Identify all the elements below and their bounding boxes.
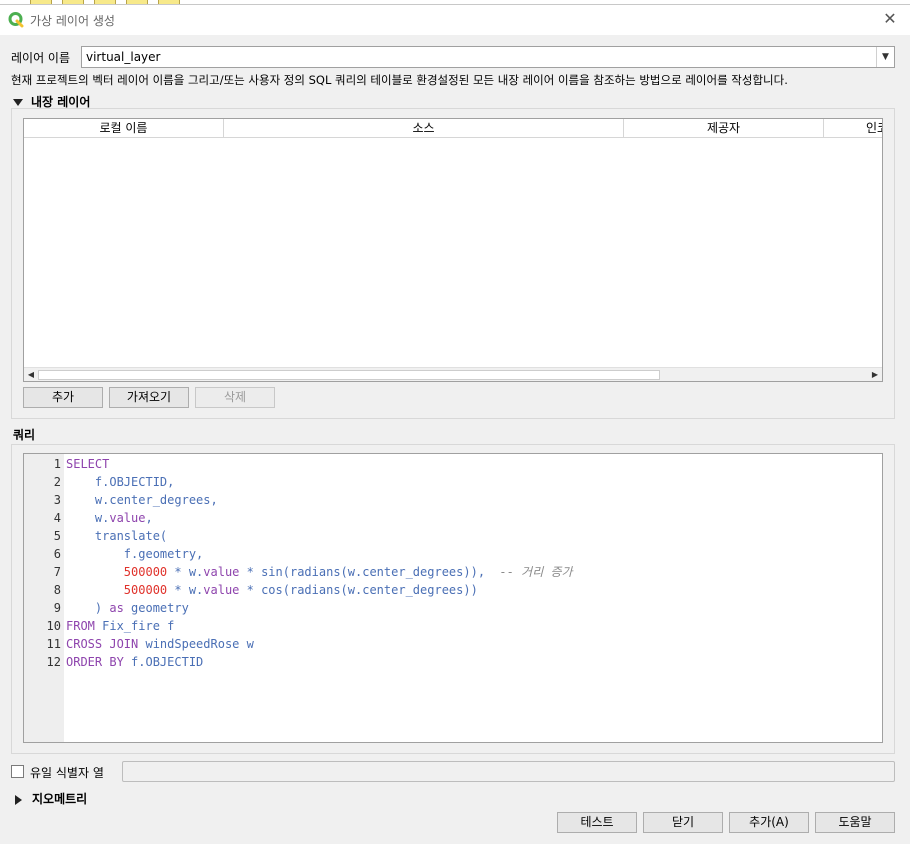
geometry-header[interactable]: 지오메트리 [15,790,87,807]
unique-id-checkbox[interactable] [11,765,24,778]
scroll-left-icon[interactable]: ◀ [24,368,38,381]
window-title: 가상 레이어 생성 [30,14,115,28]
layer-name-combobox[interactable]: virtual_layer ▼ [81,46,895,68]
title-bar: 가상 레이어 생성 ✕ [0,5,910,35]
code-line: FROM Fix_fire f [66,619,175,633]
table-header: 로컬 이름 소스 제공자 인코 [24,119,882,138]
close-icon[interactable]: ✕ [880,9,900,29]
code-line: ) as geometry [66,601,189,615]
layer-name-label: 레이어 이름 [11,51,71,65]
scrollbar-thumb[interactable] [38,370,660,380]
code-line: ORDER BY f.OBJECTID [66,655,204,669]
code-line: f.geometry, [66,547,204,561]
line-number: 8 [53,583,61,597]
qgis-icon [8,12,24,28]
import-layer-button[interactable]: 가져오기 [109,387,189,408]
unique-id-column-field[interactable] [122,761,895,782]
line-number: 2 [53,475,61,489]
line-number: 3 [53,493,61,507]
line-number: 10 [46,619,61,633]
embedded-layers-title: 내장 레이어 [31,95,91,109]
scroll-right-icon[interactable]: ▶ [868,368,882,381]
delete-layer-button[interactable]: 삭제 [195,387,275,408]
column-header-local-name[interactable]: 로컬 이름 [24,119,224,138]
embedded-layers-table[interactable]: 로컬 이름 소스 제공자 인코 ◀ ▶ [23,118,883,382]
code-line: SELECT [66,457,110,471]
line-number: 12 [46,655,61,669]
line-number: 1 [53,457,61,471]
line-number: 5 [53,529,61,543]
add-button[interactable]: 추가(A) [729,812,809,833]
line-number: 11 [46,637,61,651]
code-line: 500000 * w.value * cos(radians(w.center_… [123,583,478,597]
code-line: w.value, [66,511,153,525]
column-header-encoding[interactable]: 인코 [824,119,882,138]
close-button[interactable]: 닫기 [643,812,723,833]
line-number: 6 [53,547,61,561]
horizontal-scrollbar[interactable]: ◀ ▶ [24,367,882,381]
column-header-source[interactable]: 소스 [224,119,624,138]
test-button[interactable]: 테스트 [557,812,637,833]
description-text: 현재 프로젝트의 벡터 레이어 이름을 그리고/또는 사용자 정의 SQL 쿼리… [11,73,788,87]
unique-id-label: 유일 식별자 열 [30,766,104,780]
code-line: w.center_degrees, [66,493,218,507]
query-header: 쿼리 [13,428,36,442]
code-line: CROSS JOIN windSpeedRose w [66,637,254,651]
code-line: 500000 * w.value * sin(radians(w.center_… [123,565,573,579]
help-button[interactable]: 도움말 [815,812,895,833]
code-line: translate( [66,529,168,543]
geometry-title: 지오메트리 [32,792,88,806]
line-number: 9 [53,601,61,615]
column-header-provider[interactable]: 제공자 [624,119,824,138]
chevron-down-icon[interactable]: ▼ [876,47,894,67]
add-layer-button[interactable]: 추가 [23,387,103,408]
expand-arrow-icon[interactable] [15,794,22,805]
line-number: 4 [53,511,61,525]
line-number: 7 [53,565,61,579]
sql-query-editor[interactable]: 1 SELECT 2 f.OBJECTID, 3 w.center_degree… [23,453,883,743]
collapse-arrow-icon[interactable] [13,99,23,106]
code-line: f.OBJECTID, [66,475,175,489]
layer-name-value[interactable]: virtual_layer [86,50,160,64]
